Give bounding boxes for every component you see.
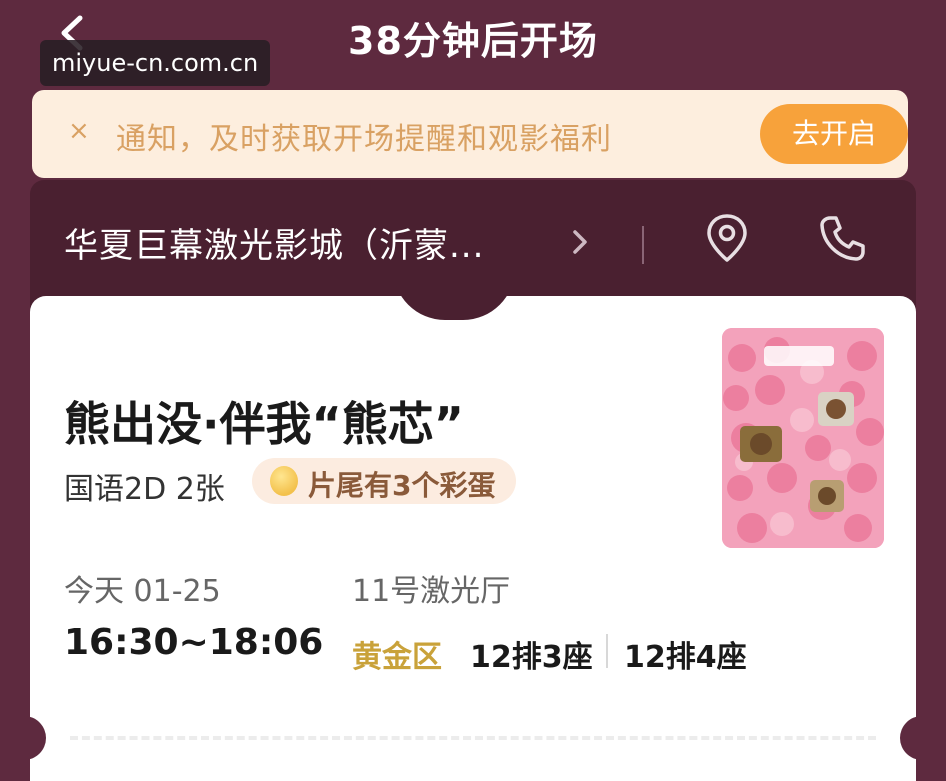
ticket-page: 38分钟后开场 miyue-cn.com.cn × 通知，及时获取开场提醒和观影… bbox=[0, 0, 946, 781]
cinema-name[interactable]: 华夏巨幕激光影城（沂蒙... bbox=[64, 218, 484, 267]
movie-poster[interactable] bbox=[722, 328, 884, 548]
seat-item: 12排3座 bbox=[470, 640, 593, 675]
notice-text: 通知，及时获取开场提醒和观影福利 bbox=[116, 122, 612, 157]
chevron-right-icon[interactable] bbox=[565, 224, 595, 260]
location-pin-icon[interactable] bbox=[702, 210, 752, 266]
hall-name: 11号激光厅 bbox=[352, 574, 511, 609]
movie-title: 熊出没·伴我“熊芯” bbox=[64, 397, 464, 451]
show-time: 16:30~18:06 bbox=[64, 622, 324, 663]
egg-icon bbox=[270, 466, 298, 496]
show-date: 今天 01-25 bbox=[64, 574, 221, 609]
seat-zone: 黄金区 bbox=[352, 640, 442, 675]
divider bbox=[642, 226, 644, 264]
poster-image bbox=[722, 328, 884, 548]
header: 38分钟后开场 miyue-cn.com.cn bbox=[0, 0, 946, 86]
seat-divider bbox=[606, 634, 608, 668]
phone-icon[interactable] bbox=[816, 212, 868, 266]
seat-item: 12排4座 bbox=[624, 640, 747, 675]
easter-egg-text: 片尾有3个彩蛋 bbox=[308, 469, 496, 502]
ticket-perforation bbox=[70, 736, 876, 740]
ticket-card: 熊出没·伴我“熊芯” 国语2D 2张 片尾有3个彩蛋 今天 01-25 16:3… bbox=[30, 296, 916, 781]
enable-notification-button[interactable]: 去开启 bbox=[760, 104, 908, 164]
close-icon[interactable]: × bbox=[68, 116, 90, 146]
movie-language-format-count: 国语2D 2张 bbox=[64, 472, 225, 507]
notification-banner: × 通知，及时获取开场提醒和观影福利 去开启 bbox=[32, 90, 908, 178]
easter-egg-badge[interactable]: 片尾有3个彩蛋 bbox=[252, 458, 516, 504]
watermark: miyue-cn.com.cn bbox=[40, 40, 271, 86]
